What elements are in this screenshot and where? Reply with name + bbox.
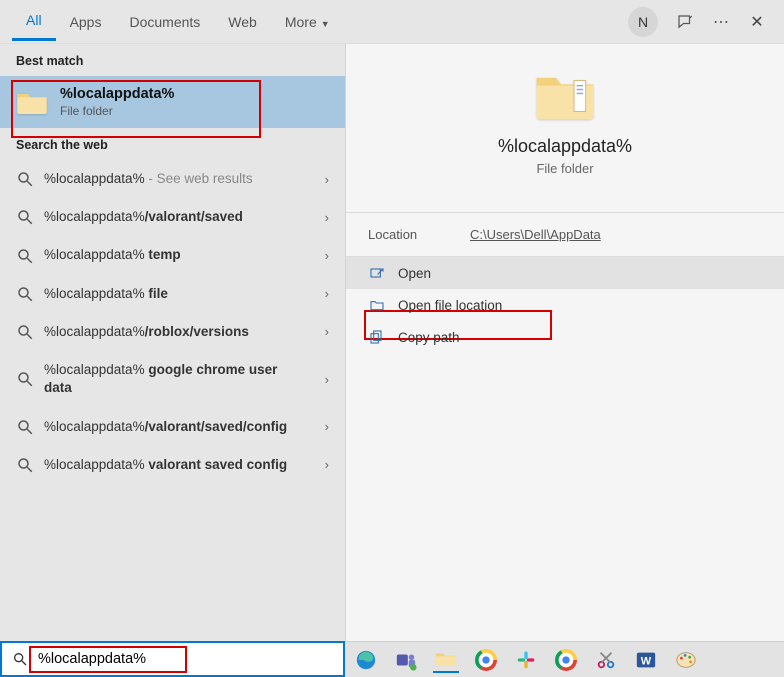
section-search-web-label: Search the web bbox=[0, 128, 345, 160]
web-result-text: %localappdata% file bbox=[44, 285, 329, 303]
folder-open-icon bbox=[368, 297, 386, 313]
taskbar-chrome-icon[interactable] bbox=[473, 647, 499, 673]
web-result-2[interactable]: %localappdata% temp› bbox=[0, 236, 345, 274]
web-result-text: %localappdata%/valorant/saved/config bbox=[44, 418, 329, 436]
web-result-text: %localappdata%/roblox/versions bbox=[44, 323, 329, 341]
action-open-label: Open bbox=[398, 266, 431, 281]
svg-text:W: W bbox=[641, 655, 652, 667]
search-icon bbox=[16, 285, 34, 303]
search-icon bbox=[16, 170, 34, 188]
search-icon bbox=[16, 370, 34, 388]
web-result-4[interactable]: %localappdata%/roblox/versions› bbox=[0, 313, 345, 351]
web-result-text: %localappdata% temp bbox=[44, 246, 329, 264]
web-result-text: %localappdata%/valorant/saved bbox=[44, 208, 329, 226]
web-result-text: %localappdata% - See web results bbox=[44, 170, 329, 188]
close-icon[interactable]: ✕ bbox=[748, 13, 766, 31]
taskbar-word-icon[interactable]: W bbox=[633, 647, 659, 673]
search-bar[interactable] bbox=[0, 641, 345, 677]
web-result-text: %localappdata% google chrome user data bbox=[44, 361, 329, 397]
web-result-3[interactable]: %localappdata% file› bbox=[0, 275, 345, 313]
best-match-subtitle: File folder bbox=[60, 104, 174, 118]
tab-all[interactable]: All bbox=[12, 2, 56, 41]
folder-icon bbox=[16, 88, 48, 116]
search-icon bbox=[16, 208, 34, 226]
user-avatar[interactable]: N bbox=[628, 7, 658, 37]
search-icon bbox=[16, 247, 34, 265]
web-result-1[interactable]: %localappdata%/valorant/saved› bbox=[0, 198, 345, 236]
search-input[interactable] bbox=[38, 651, 333, 667]
action-copy-path[interactable]: Copy path bbox=[346, 321, 784, 353]
open-icon bbox=[368, 265, 386, 281]
tab-documents[interactable]: Documents bbox=[115, 4, 214, 40]
feedback-icon[interactable] bbox=[676, 13, 694, 31]
taskbar-slack-icon[interactable] bbox=[513, 647, 539, 673]
search-icon bbox=[16, 456, 34, 474]
copy-icon bbox=[368, 329, 386, 345]
location-label: Location bbox=[368, 227, 470, 242]
best-match-result[interactable]: %localappdata% File folder bbox=[0, 76, 345, 128]
web-result-text: %localappdata% valorant saved config bbox=[44, 456, 329, 474]
action-open[interactable]: Open bbox=[346, 257, 784, 289]
preview-title: %localappdata% bbox=[498, 136, 632, 157]
best-match-title: %localappdata% bbox=[60, 86, 174, 102]
preview-subtitle: File folder bbox=[536, 161, 593, 176]
tab-more[interactable]: More▼ bbox=[271, 4, 344, 40]
search-icon bbox=[16, 418, 34, 436]
web-result-7[interactable]: %localappdata% valorant saved config› bbox=[0, 446, 345, 484]
preview-panel: %localappdata% File folder Location C:\U… bbox=[345, 44, 784, 641]
web-result-6[interactable]: %localappdata%/valorant/saved/config› bbox=[0, 408, 345, 446]
search-header: All Apps Documents Web More▼ N ⋯ ✕ bbox=[0, 0, 784, 44]
chevron-right-icon: › bbox=[325, 457, 329, 472]
more-options-icon[interactable]: ⋯ bbox=[712, 13, 730, 31]
results-panel: Best match %localappdata% File folder Se… bbox=[0, 44, 345, 641]
action-open-location-label: Open file location bbox=[398, 298, 502, 313]
chevron-down-icon: ▼ bbox=[321, 19, 330, 29]
location-path-link[interactable]: C:\Users\Dell\AppData bbox=[470, 227, 601, 242]
chevron-right-icon: › bbox=[325, 210, 329, 225]
taskbar-snip-icon[interactable] bbox=[593, 647, 619, 673]
taskbar-teams-icon[interactable] bbox=[393, 647, 419, 673]
chevron-right-icon: › bbox=[325, 286, 329, 301]
tab-web[interactable]: Web bbox=[214, 4, 271, 40]
chevron-right-icon: › bbox=[325, 248, 329, 263]
search-icon bbox=[12, 651, 28, 667]
web-result-5[interactable]: %localappdata% google chrome user data› bbox=[0, 351, 345, 407]
taskbar: W bbox=[345, 641, 784, 677]
taskbar-edge-icon[interactable] bbox=[353, 647, 379, 673]
chevron-right-icon: › bbox=[325, 372, 329, 387]
chevron-right-icon: › bbox=[325, 172, 329, 187]
action-copy-path-label: Copy path bbox=[398, 330, 460, 345]
search-icon bbox=[16, 323, 34, 341]
web-result-0[interactable]: %localappdata% - See web results› bbox=[0, 160, 345, 198]
taskbar-explorer-icon[interactable] bbox=[433, 647, 459, 673]
folder-large-icon bbox=[534, 70, 596, 122]
taskbar-paint-icon[interactable] bbox=[673, 647, 699, 673]
chevron-right-icon: › bbox=[325, 419, 329, 434]
taskbar-chrome2-icon[interactable] bbox=[553, 647, 579, 673]
tab-apps[interactable]: Apps bbox=[56, 4, 116, 40]
section-best-match-label: Best match bbox=[0, 44, 345, 76]
action-open-file-location[interactable]: Open file location bbox=[346, 289, 784, 321]
chevron-right-icon: › bbox=[325, 324, 329, 339]
location-row: Location C:\Users\Dell\AppData bbox=[346, 213, 784, 256]
